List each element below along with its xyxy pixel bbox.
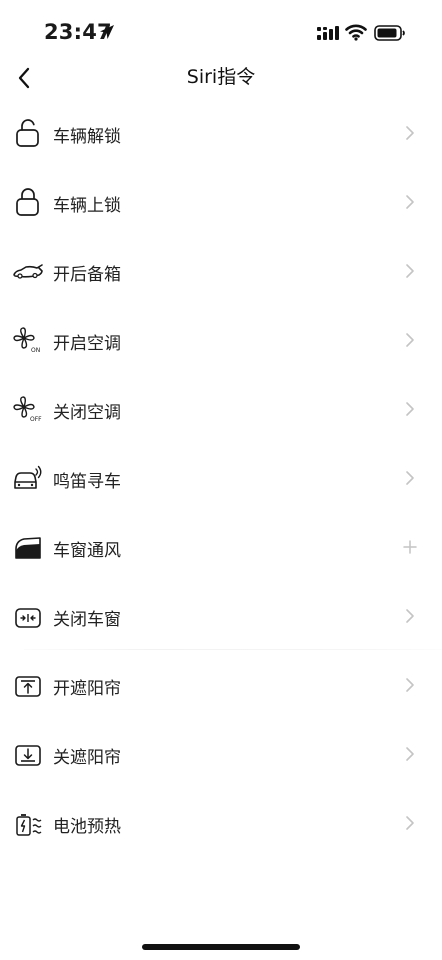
fan-on-icon: ON — [12, 325, 44, 355]
chevron-right-icon — [404, 400, 416, 418]
chevron-right-icon — [404, 745, 416, 763]
wifi-icon — [345, 23, 367, 41]
chevron-right-icon — [404, 676, 416, 694]
fan-off-icon: OFF — [12, 394, 44, 424]
command-label: 关遮阳帘 — [53, 748, 121, 768]
chevron-right-icon — [404, 262, 416, 280]
command-label: 关闭车窗 — [53, 610, 121, 630]
chevron-right-icon — [404, 193, 416, 211]
lock-icon — [12, 187, 44, 217]
command-row-sunshade-open[interactable]: 开遮阳帘 — [0, 650, 442, 719]
battery-icon — [374, 24, 406, 42]
command-label: 关闭空调 — [53, 403, 121, 423]
page-title: Siri指令 — [186, 66, 256, 88]
svg-text:ON: ON — [31, 347, 40, 354]
nav-bar: Siri指令 — [0, 52, 442, 98]
command-label: 开启空调 — [53, 334, 121, 354]
command-label: 电池预热 — [53, 817, 121, 837]
chevron-right-icon — [404, 814, 416, 832]
command-row-window-close[interactable]: 关闭车窗 — [0, 581, 442, 650]
command-row-horn[interactable]: 鸣笛寻车 — [0, 443, 442, 512]
chevron-right-icon — [404, 124, 416, 142]
chevron-right-icon — [404, 331, 416, 349]
siri-command-list: 车辆解锁 车辆上锁 开后备箱 ON 开启空调 OFF 关闭空调 鸣笛寻车 车窗通… — [0, 98, 442, 857]
command-row-ac-on[interactable]: ON 开启空调 — [0, 305, 442, 374]
command-row-ac-off[interactable]: OFF 关闭空调 — [0, 374, 442, 443]
command-row-lock[interactable]: 车辆上锁 — [0, 167, 442, 236]
cellular-signal-icon — [316, 25, 340, 41]
car-trunk-icon — [12, 256, 44, 286]
plus-icon[interactable] — [402, 539, 418, 555]
command-label: 车辆上锁 — [53, 196, 121, 216]
command-row-battery-preheat[interactable]: 电池预热 — [0, 788, 442, 857]
command-label: 开后备箱 — [53, 265, 121, 285]
car-horn-icon — [12, 463, 44, 493]
home-indicator[interactable] — [142, 944, 300, 950]
battery-preheat-icon — [12, 808, 44, 838]
command-label: 车窗通风 — [53, 541, 121, 561]
command-row-sunshade-close[interactable]: 关遮阳帘 — [0, 719, 442, 788]
svg-text:OFF: OFF — [30, 416, 42, 423]
location-arrow-icon — [98, 23, 116, 41]
command-row-trunk[interactable]: 开后备箱 — [0, 236, 442, 305]
window-vent-icon — [12, 532, 44, 562]
sunshade-close-icon — [12, 739, 44, 769]
chevron-right-icon — [404, 607, 416, 625]
sunshade-open-icon — [12, 670, 44, 700]
chevron-right-icon — [404, 469, 416, 487]
command-label: 开遮阳帘 — [53, 679, 121, 699]
unlock-icon — [12, 118, 44, 148]
window-close-icon — [12, 601, 44, 631]
command-label: 车辆解锁 — [53, 127, 121, 147]
command-row-unlock[interactable]: 车辆解锁 — [0, 98, 442, 167]
command-label: 鸣笛寻车 — [53, 472, 121, 492]
command-row-window-vent[interactable]: 车窗通风 — [0, 512, 442, 581]
